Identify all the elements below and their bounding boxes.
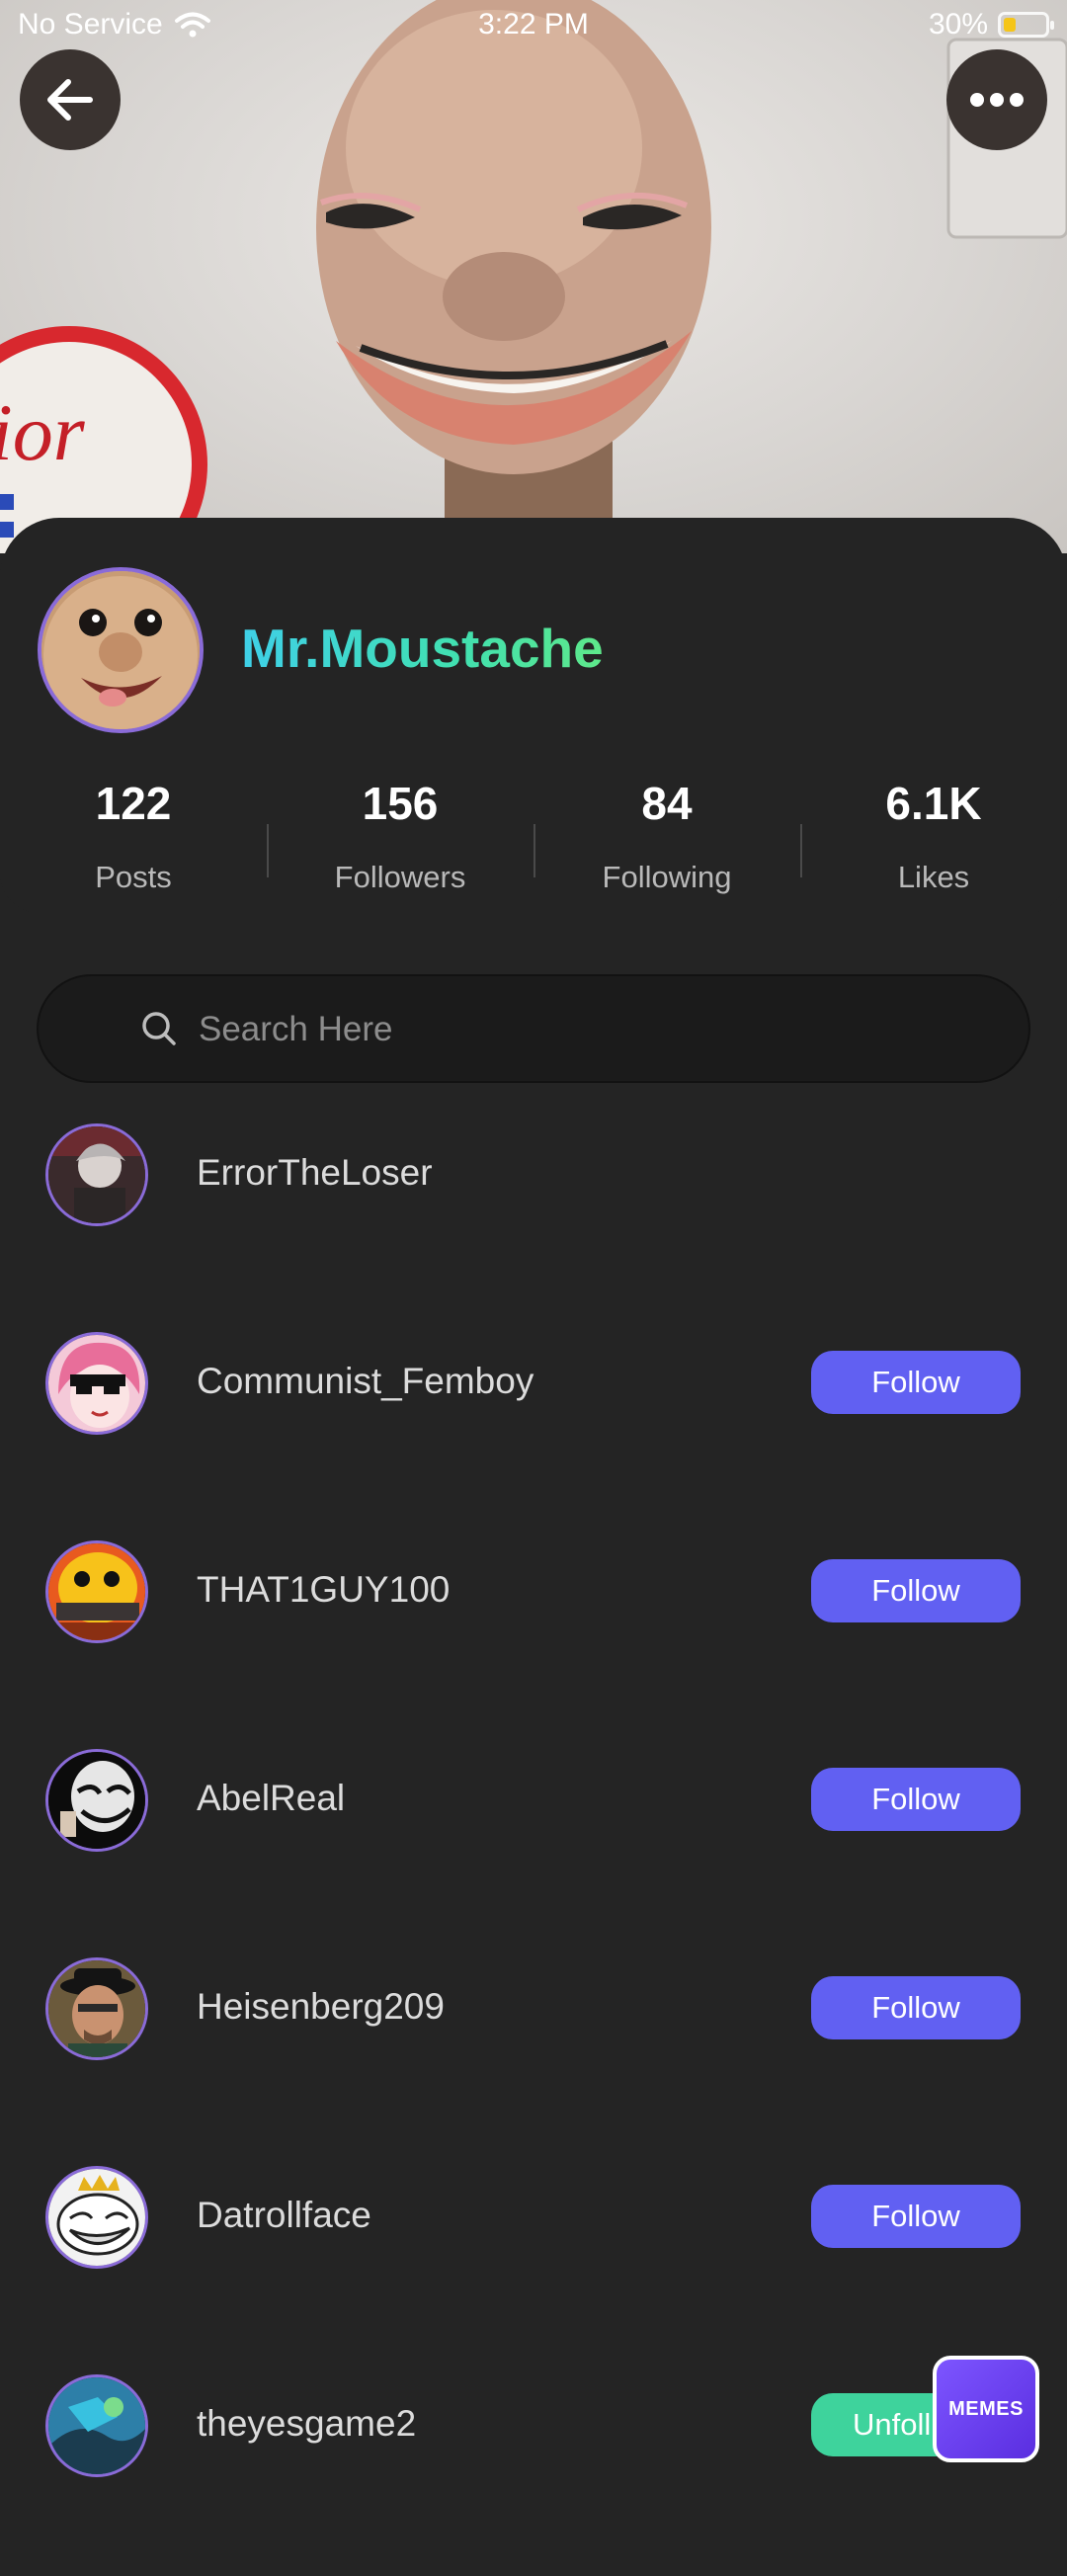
more-dots-icon: [970, 93, 1024, 107]
back-button[interactable]: [20, 49, 121, 150]
username[interactable]: Heisenberg209: [197, 1986, 445, 2028]
avatar[interactable]: [45, 1123, 148, 1226]
profile-avatar[interactable]: [38, 567, 204, 733]
list-item[interactable]: AbelReal Follow: [0, 1742, 1067, 1951]
stats-bar: 122 Posts 156 Followers 84 Following 6.1…: [0, 775, 1067, 903]
stat-posts[interactable]: 122 Posts: [0, 775, 267, 903]
stat-label: Followers: [334, 860, 466, 894]
avatar[interactable]: [45, 2374, 148, 2477]
memes-app-badge[interactable]: MEMES: [933, 2356, 1039, 2462]
battery-percent: 30%: [928, 8, 988, 41]
username[interactable]: Datrollface: [197, 2195, 371, 2236]
follow-button[interactable]: Follow: [811, 1768, 1021, 1831]
username[interactable]: Communist_Femboy: [197, 1361, 534, 1402]
stat-label: Following: [602, 860, 732, 894]
profile-card: Mr.Moustache 122 Posts 156 Followers 84 …: [0, 518, 1067, 913]
list-item[interactable]: Heisenberg209 Follow: [0, 1951, 1067, 2159]
list-item[interactable]: Datrollface Follow: [0, 2159, 1067, 2368]
memes-badge-label: MEMES: [948, 2397, 1024, 2420]
username[interactable]: THAT1GUY100: [197, 1569, 450, 1611]
list-item[interactable]: THAT1GUY100 Follow: [0, 1534, 1067, 1742]
search-icon: [142, 1012, 176, 1045]
following-list: ErrorTheLoser Communist_Femboy Follow TH…: [0, 1117, 1067, 2576]
status-bar: No Service 3:22 PM 30%: [0, 0, 1067, 49]
follow-button[interactable]: Follow: [811, 1976, 1021, 2039]
list-item[interactable]: ErrorTheLoser: [0, 1117, 1067, 1325]
avatar[interactable]: [45, 1540, 148, 1643]
list-item[interactable]: Communist_Femboy Follow: [0, 1325, 1067, 1534]
stat-value: 84: [641, 778, 693, 829]
search-bar[interactable]: [37, 974, 1030, 1083]
list-item[interactable]: theyesgame2 Unfoll: [0, 2368, 1067, 2576]
stat-likes[interactable]: 6.1K Likes: [800, 775, 1067, 903]
stat-label: Likes: [897, 860, 970, 894]
stat-value: 6.1K: [885, 778, 982, 829]
avatar[interactable]: [45, 2166, 148, 2269]
follow-button[interactable]: Follow: [811, 1559, 1021, 1622]
username[interactable]: AbelReal: [197, 1778, 345, 1819]
follow-button[interactable]: Follow: [811, 1351, 1021, 1414]
battery-icon: [998, 12, 1054, 38]
stat-value: 122: [95, 778, 172, 829]
avatar[interactable]: [45, 1749, 148, 1852]
more-options-button[interactable]: [946, 49, 1047, 150]
search-input[interactable]: [197, 996, 991, 1063]
status-right: 30%: [928, 8, 1054, 42]
username[interactable]: ErrorTheLoser: [197, 1152, 433, 1194]
stat-followers[interactable]: 156 Followers: [267, 775, 534, 903]
stat-label: Posts: [95, 860, 172, 894]
status-time: 3:22 PM: [478, 8, 589, 41]
stat-value: 156: [362, 778, 439, 829]
cover-photo: ior: [0, 0, 1067, 553]
avatar[interactable]: [45, 1957, 148, 2060]
username[interactable]: theyesgame2: [197, 2403, 416, 2445]
follow-button[interactable]: Follow: [811, 2185, 1021, 2248]
arrow-left-icon: [47, 79, 93, 121]
stat-following[interactable]: 84 Following: [534, 775, 800, 903]
svg-text:ior: ior: [0, 387, 86, 477]
avatar[interactable]: [45, 1332, 148, 1435]
profile-username: Mr.Moustache: [241, 618, 604, 679]
